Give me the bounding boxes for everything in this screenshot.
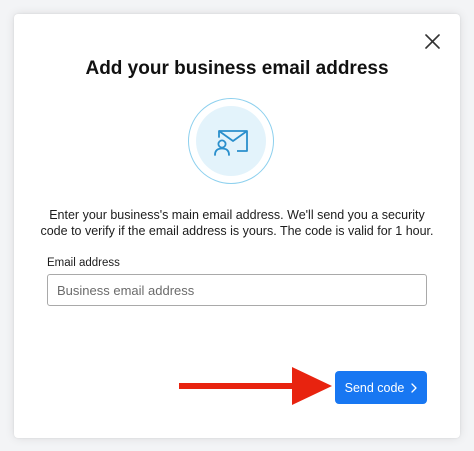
close-button[interactable]: [420, 29, 444, 53]
business-email-input[interactable]: [47, 274, 427, 306]
send-code-button[interactable]: Send code: [335, 371, 427, 404]
email-field-label: Email address: [47, 257, 120, 269]
illustration-background: [196, 106, 266, 176]
send-code-label: Send code: [344, 380, 405, 395]
dialog-title: Add your business email address: [85, 58, 389, 79]
email-illustration: [188, 98, 274, 184]
close-icon: [424, 33, 440, 49]
red-arrow-annotation: [179, 367, 332, 405]
dialog-description: Enter your business's main email address…: [40, 208, 434, 238]
email-verification-icon: [214, 130, 248, 156]
screen-background: Add your business email address Enter yo…: [0, 0, 474, 451]
chevron-right-icon: [411, 382, 418, 393]
